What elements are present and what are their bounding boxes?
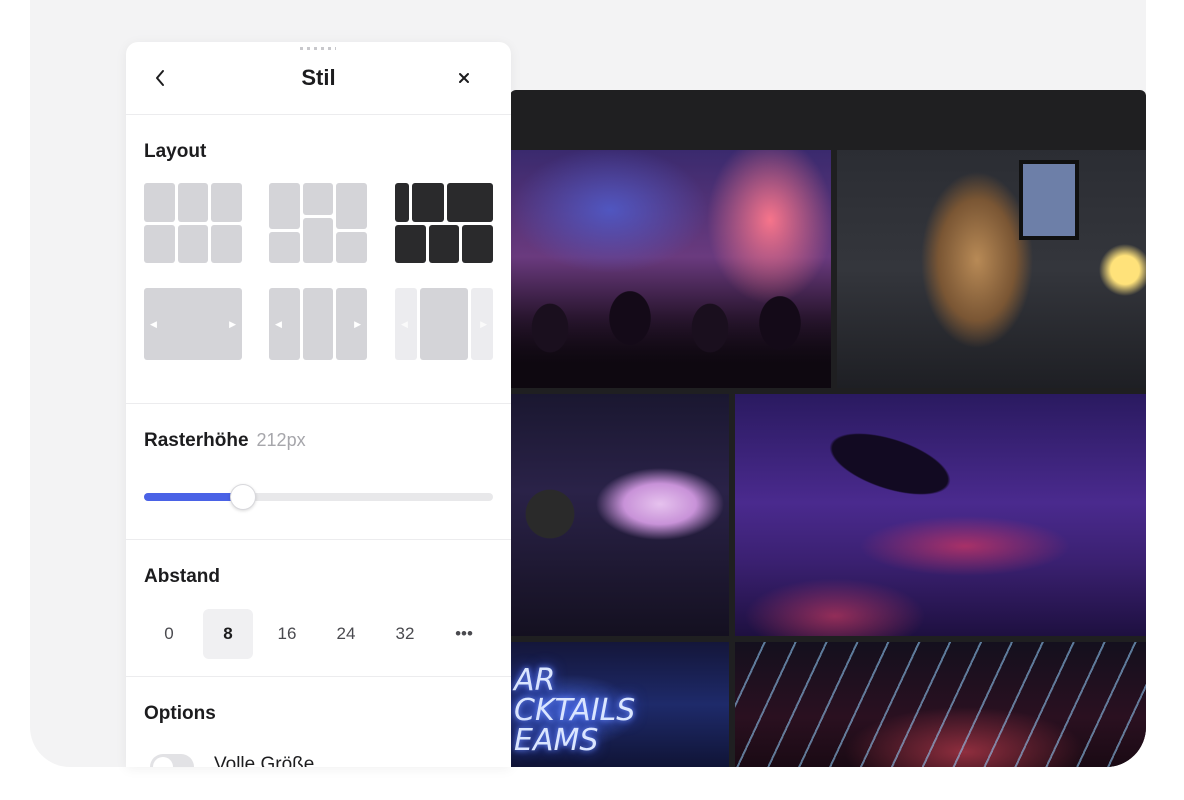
spacing-options: 0 8 16 24 32 ••• <box>144 609 493 659</box>
spacing-option-32[interactable]: 32 <box>380 609 430 659</box>
arrow-right-icon: ▶ <box>480 319 487 329</box>
spacing-option-8[interactable]: 8 <box>203 609 253 659</box>
gallery-photo-neon-sign[interactable]: AR CKTAILS EAMS <box>510 642 729 767</box>
crowd-silhouettes <box>510 268 831 388</box>
grid-height-heading: Rasterhöhe 212px <box>144 430 306 452</box>
neon-sign-text: AR CKTAILS EAMS <box>514 663 636 758</box>
gallery-photo-club-smoke[interactable] <box>510 394 729 636</box>
arrow-left-icon: ◀ <box>150 319 157 329</box>
panel-header: Stil <box>126 42 511 115</box>
full-size-label: Volle Größe <box>214 754 315 767</box>
grid-height-slider[interactable] <box>144 484 493 510</box>
style-panel: Stil Layout ◀ ▶ ◀ ▶ ◀ ▶ Rasterhöhe 212px… <box>126 42 511 767</box>
slider-thumb[interactable] <box>230 484 256 510</box>
arrow-right-icon: ▶ <box>229 319 236 329</box>
gallery-preview: AR CKTAILS EAMS <box>510 90 1146 767</box>
gallery-photo-dj-deck[interactable] <box>735 394 1146 636</box>
slider-fill <box>144 493 242 501</box>
layout-heading: Layout <box>144 141 207 162</box>
panel-title: Stil <box>301 65 336 90</box>
layout-option-grid-3x2[interactable] <box>144 183 242 263</box>
wall-picture <box>1019 160 1079 240</box>
gallery-photo-concert-crowd[interactable] <box>510 150 831 388</box>
arrow-left-icon: ◀ <box>275 319 282 329</box>
spacing-heading: Abstand <box>144 566 220 587</box>
layout-option-slider-single[interactable]: ◀ ▶ <box>144 288 242 360</box>
gallery-photo-light-tunnel[interactable] <box>735 642 1146 767</box>
close-icon[interactable] <box>455 66 473 90</box>
spacing-option-0[interactable]: 0 <box>144 609 194 659</box>
arrow-right-icon: ▶ <box>354 319 361 329</box>
layout-option-grid-mixed[interactable] <box>395 183 493 263</box>
divider <box>126 676 511 677</box>
layout-option-grid-masonry[interactable] <box>269 183 367 263</box>
spacing-option-16[interactable]: 16 <box>262 609 312 659</box>
spacing-option-24[interactable]: 24 <box>321 609 371 659</box>
more-icon[interactable]: ••• <box>439 609 489 659</box>
layout-option-slider-triple[interactable]: ◀ ▶ <box>269 288 367 360</box>
grid-height-label: Rasterhöhe <box>144 430 249 451</box>
toggle-knob <box>153 757 173 767</box>
divider <box>126 403 511 404</box>
dj-hand <box>781 394 999 551</box>
arrow-left-icon: ◀ <box>401 319 408 329</box>
options-heading: Options <box>144 703 216 724</box>
gallery-photo-dancer[interactable] <box>837 150 1146 388</box>
full-size-toggle[interactable] <box>150 754 194 767</box>
divider <box>126 539 511 540</box>
layout-option-slider-peek[interactable]: ◀ ▶ <box>395 288 493 360</box>
grid-height-value: 212px <box>256 430 306 450</box>
